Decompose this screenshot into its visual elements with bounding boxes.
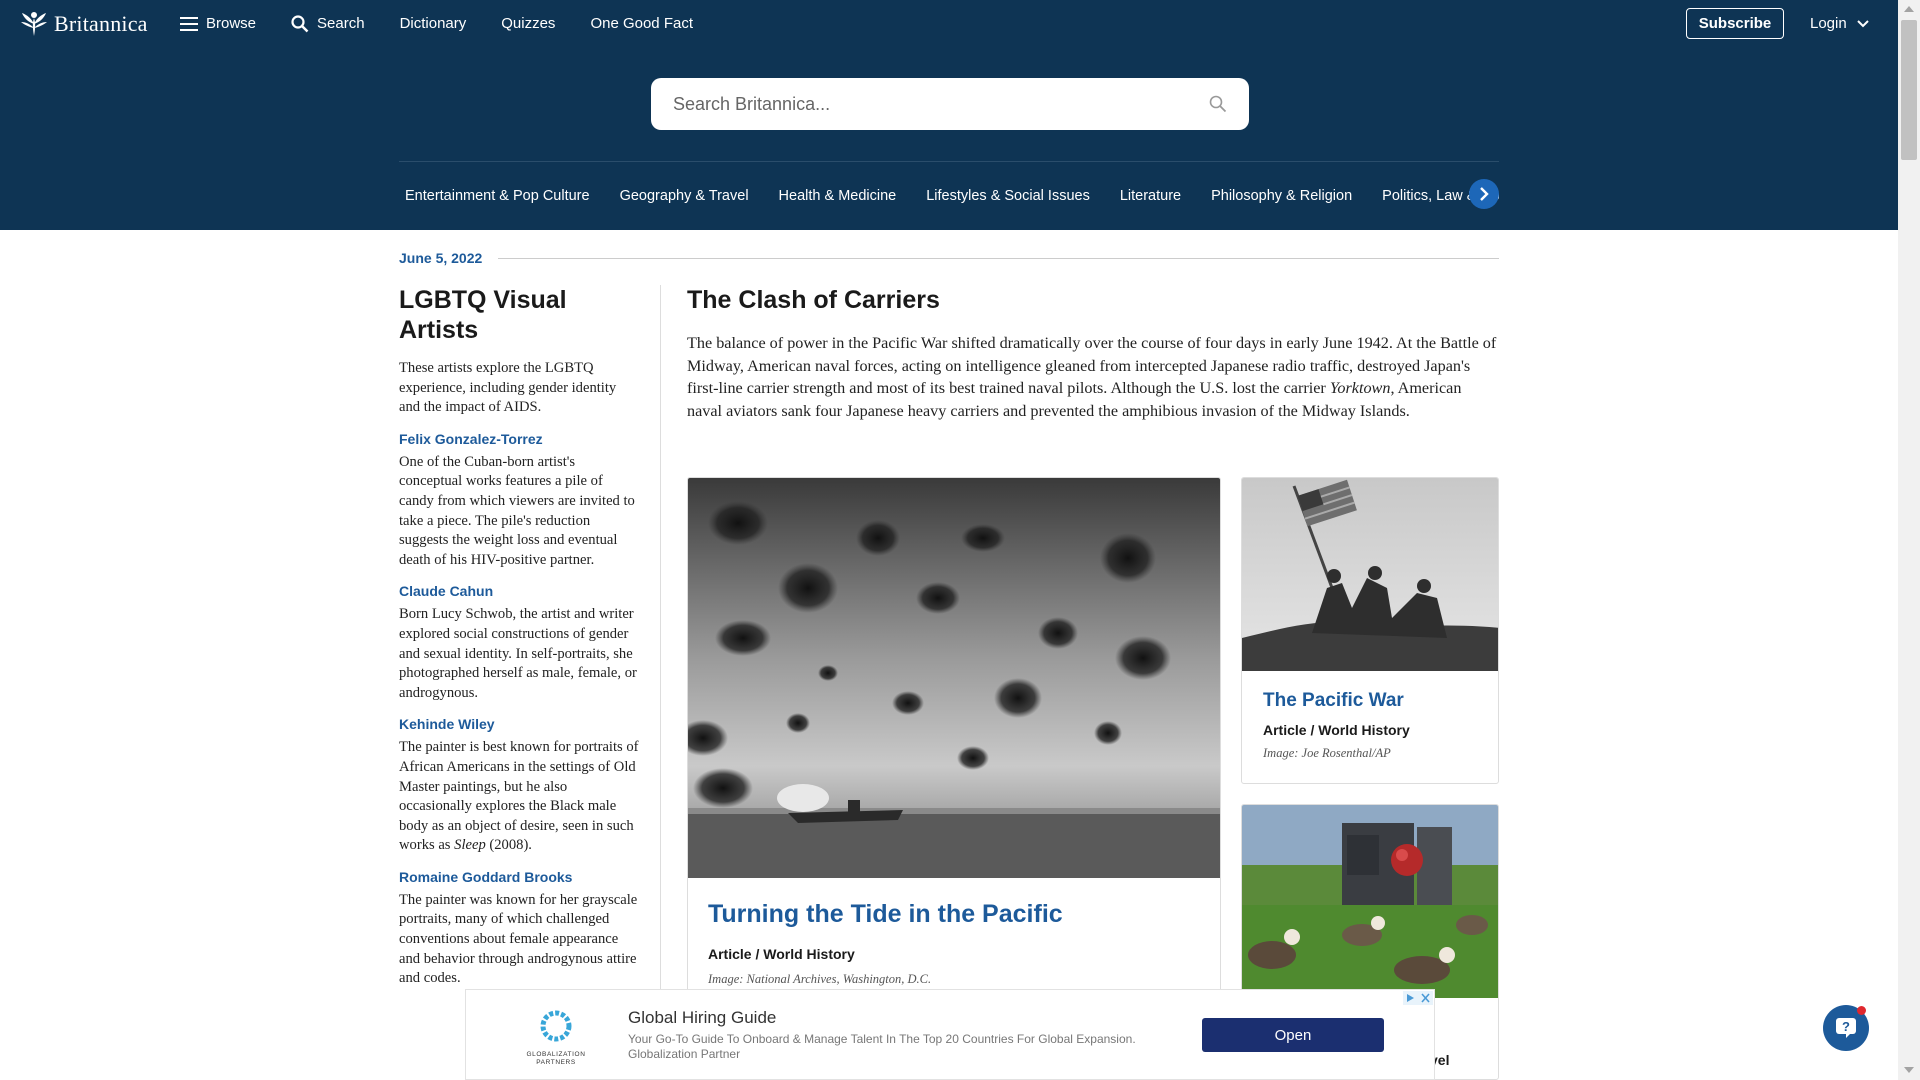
advertisement-banner[interactable]: GLOBALIZATION PARTNERS Global Hiring Gui… xyxy=(465,989,1435,1080)
card-image-credit: Image: National Archives, Washington, D.… xyxy=(708,972,932,986)
artist-link-cahun[interactable]: Claude Cahun xyxy=(399,582,639,600)
menu-icon xyxy=(180,16,198,31)
logo-text: Britannica xyxy=(54,11,148,36)
login-menu[interactable]: Login xyxy=(1810,0,1869,47)
main-feature-title: The Clash of Carriers xyxy=(687,286,940,314)
dictionary-link[interactable]: Dictionary xyxy=(400,15,467,32)
chevron-down-icon xyxy=(1856,19,1869,27)
login-label: Login xyxy=(1810,15,1847,32)
category-lifestyles[interactable]: Lifestyles & Social Issues xyxy=(926,188,1090,204)
feature-date: June 5, 2022 xyxy=(399,250,483,266)
help-question-icon: ? xyxy=(1836,1018,1856,1038)
column-divider xyxy=(660,285,661,1005)
artist-link-brooks[interactable]: Romaine Goddard Brooks xyxy=(399,868,639,886)
quizzes-link[interactable]: Quizzes xyxy=(501,15,555,32)
card-title[interactable]: The Pacific War xyxy=(1263,690,1404,712)
date-line: June 5, 2022 xyxy=(399,250,1499,266)
category-geography[interactable]: Geography & Travel xyxy=(620,188,749,204)
card-image-credit: Image: Joe Rosenthal/AP xyxy=(1263,746,1391,760)
iwo-jima-photo xyxy=(1242,478,1498,671)
adchoices-icon xyxy=(1403,991,1418,1005)
left-feature: LGBTQ Visual Artists These artists explo… xyxy=(399,285,639,989)
scroll-thumb[interactable] xyxy=(1901,20,1917,160)
subscribe-button[interactable]: Subscribe xyxy=(1686,8,1784,39)
ad-description: Your Go-To Guide To Onboard & Manage Tal… xyxy=(628,1032,1136,1061)
chevron-right-icon xyxy=(1480,187,1489,201)
search-box xyxy=(651,78,1249,130)
article-card-pacific-war[interactable]: The Pacific War Article / World History … xyxy=(1241,477,1499,784)
category-bar: Entertainment & Pop Culture Geography & … xyxy=(399,162,1499,230)
left-feature-title: LGBTQ Visual Artists xyxy=(399,286,567,344)
artwork-title: Sleep xyxy=(454,837,486,854)
date-rule xyxy=(498,257,1499,259)
category-literature[interactable]: Literature xyxy=(1120,188,1181,204)
search-icon[interactable] xyxy=(1209,95,1227,113)
advertiser-logo-text: GLOBALIZATION PARTNERS xyxy=(526,1051,586,1066)
artist-desc-text: (2008). xyxy=(485,837,532,854)
scroll-up-arrow[interactable] xyxy=(1904,6,1914,12)
artist-desc: Born Lucy Schwob, the artist and writer … xyxy=(399,606,637,701)
svg-text:?: ? xyxy=(1842,1019,1850,1034)
artist-desc: The painter is best known for portraits … xyxy=(399,738,639,856)
scroll-down-arrow[interactable] xyxy=(1904,1067,1914,1073)
article-card-turning-tide[interactable]: Turning the Tide in the Pacific Article … xyxy=(687,477,1221,1017)
category-entertainment[interactable]: Entertainment & Pop Culture xyxy=(405,188,590,204)
card-title[interactable]: Turning the Tide in the Pacific xyxy=(708,900,1063,929)
main-feature-body: The balance of power in the Pacific War … xyxy=(687,332,1499,422)
page-scrollbar[interactable] xyxy=(1898,0,1920,1080)
advertiser-logo: GLOBALIZATION PARTNERS xyxy=(521,1008,591,1067)
adchoices-badge[interactable] xyxy=(1403,991,1433,1005)
left-feature-intro: These artists explore the LGBTQ experien… xyxy=(399,360,617,416)
browse-link[interactable]: Browse xyxy=(180,15,256,32)
card-meta: Article / World History xyxy=(1263,722,1410,738)
main-feature: The Clash of Carriers The balance of pow… xyxy=(687,285,1499,422)
midway-memorial-photo xyxy=(1242,805,1498,998)
ad-open-button[interactable]: Open xyxy=(1202,1018,1384,1052)
category-health[interactable]: Health & Medicine xyxy=(779,188,897,204)
top-navigation: Britannica Browse Search Dictionary Quiz… xyxy=(0,0,1898,47)
category-philosophy[interactable]: Philosophy & Religion xyxy=(1211,188,1352,204)
ship-name: Yorktown xyxy=(1329,379,1391,397)
artist-desc: One of the Cuban-born artist's conceptua… xyxy=(399,453,635,568)
artist-link-wiley[interactable]: Kehinde Wiley xyxy=(399,715,639,733)
primary-nav: Browse Search Dictionary Quizzes One Goo… xyxy=(180,0,728,47)
search-label: Search xyxy=(317,15,365,32)
browse-label: Browse xyxy=(206,15,257,32)
search-input[interactable] xyxy=(673,93,1209,115)
artist-desc: The painter was known for her grayscale … xyxy=(399,891,638,987)
category-next-button[interactable] xyxy=(1469,179,1499,209)
ring-logo-icon xyxy=(540,1010,572,1042)
one-good-fact-link[interactable]: One Good Fact xyxy=(590,15,693,32)
ad-title[interactable]: Global Hiring Guide xyxy=(628,1008,776,1028)
search-icon xyxy=(291,14,309,32)
search-link[interactable]: Search xyxy=(291,14,365,33)
battle-photo xyxy=(688,478,1220,878)
card-meta: Article / World History xyxy=(708,946,855,962)
artist-link-gonzalez-torrez[interactable]: Felix Gonzalez-Torrez xyxy=(399,430,639,448)
britannica-logo[interactable]: Britannica xyxy=(18,10,148,38)
help-button[interactable]: ? xyxy=(1823,1005,1869,1051)
close-icon[interactable] xyxy=(1418,991,1433,1005)
notification-dot xyxy=(1857,1006,1866,1015)
thistle-logo-icon xyxy=(21,12,47,36)
